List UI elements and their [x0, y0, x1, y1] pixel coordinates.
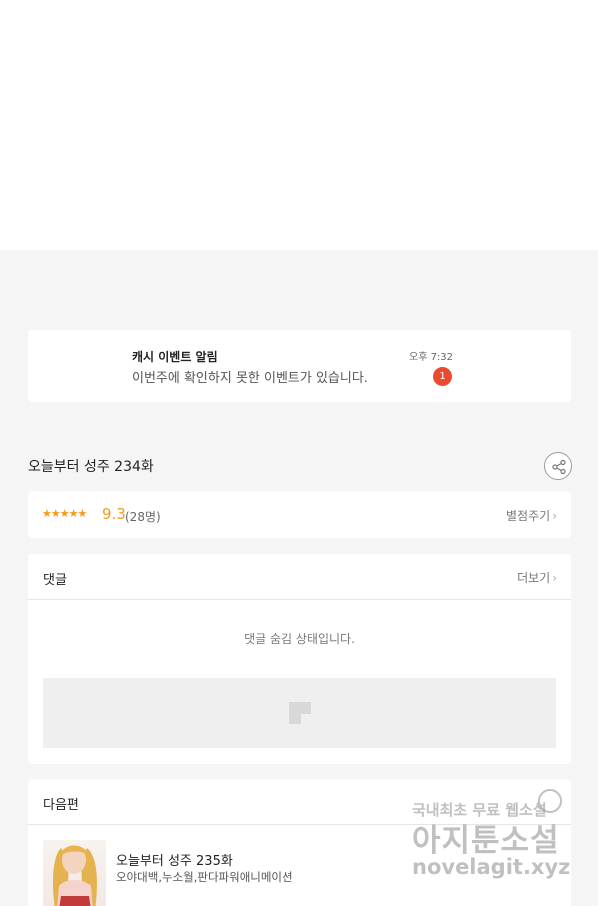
rating-count: (28명)	[125, 510, 161, 524]
watermark-url: novelagit.xyz	[412, 855, 571, 879]
chevron-right-icon: ›	[552, 509, 557, 523]
share-icon	[552, 459, 566, 475]
next-episode-heading: 다음편	[43, 798, 79, 813]
watermark: 국내최초 무료 웹소설 아지툰소설 novelagit.xyz	[412, 789, 582, 890]
rating-card: ★★★★★ 9.3 (28명) 별점주기 ›	[28, 491, 571, 538]
comments-section: 댓글 더보기 › 댓글 숨김 상태입니다.	[28, 554, 571, 764]
chevron-right-icon: ›	[552, 571, 557, 585]
comments-hidden-message: 댓글 숨김 상태입니다.	[244, 632, 355, 646]
episode-title: 오늘부터 성주 234화	[28, 459, 154, 475]
notification-title: 캐시 이벤트 알림	[132, 350, 218, 364]
notification-message: 이번주에 확인하지 못한 이벤트가 있습니다.	[132, 371, 368, 386]
star-rating-icon: ★★★★★	[42, 507, 87, 520]
more-button-label: 더보기	[517, 571, 551, 585]
notification-time: 오후 7:32	[409, 352, 454, 363]
next-episode-author: 오야대백,누소월,판다파워애니메이션	[116, 870, 293, 884]
comments-title: 댓글	[43, 573, 67, 588]
next-episode-title[interactable]: 오늘부터 성주 235화	[116, 850, 233, 869]
top-content-area	[0, 0, 598, 250]
notification-card[interactable]: 캐시 이벤트 알림 이번주에 확인하지 못한 이벤트가 있습니다. 오후 7:3…	[28, 330, 571, 402]
more-comments-button[interactable]: 더보기 ›	[517, 569, 557, 586]
comments-header: 댓글 더보기 ›	[28, 554, 571, 600]
share-button[interactable]	[544, 452, 572, 480]
notification-badge: 1	[433, 367, 452, 386]
watermark-brand: 아지툰소설	[412, 823, 560, 859]
ad-placeholder[interactable]	[43, 678, 556, 748]
rate-button-label: 별점주기	[506, 509, 551, 523]
rating-score: 9.3	[102, 505, 126, 523]
ad-placeholder-icon	[289, 702, 311, 724]
rate-button[interactable]: 별점주기 ›	[506, 507, 557, 524]
next-episode-thumbnail[interactable]	[43, 840, 106, 906]
